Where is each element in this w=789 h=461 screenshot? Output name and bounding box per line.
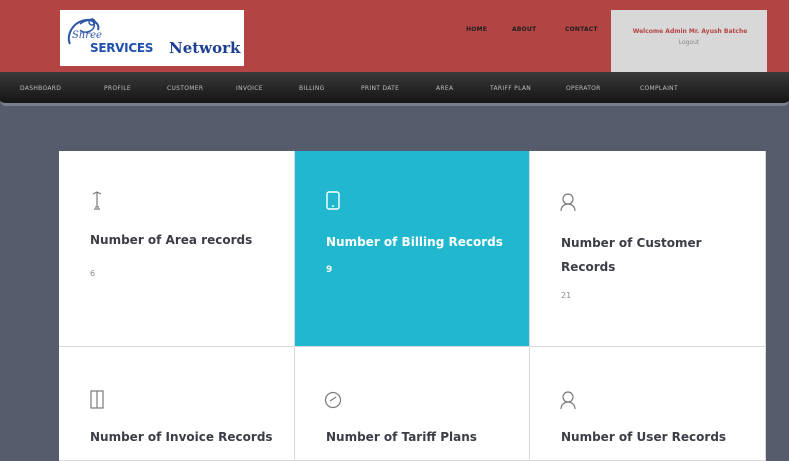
card-value: 21 — [561, 291, 572, 300]
nav-item-operator[interactable]: OPERATOR — [566, 85, 601, 92]
card-title: Number of Tariff Plans — [326, 430, 477, 444]
nav-item-customer[interactable]: CUSTOMER — [167, 85, 203, 92]
nav-item-tariff-plan[interactable]: TARIFF PLAN — [490, 85, 531, 92]
card-title: Number of Billing Records — [326, 235, 503, 249]
logo-text-network: Network — [169, 39, 241, 57]
nav-item-invoice[interactable]: INVOICE — [236, 85, 263, 92]
tariff-plans-card[interactable]: Number of Tariff Plans — [295, 347, 530, 461]
nav-item-print-date[interactable]: PRINT DATE — [361, 85, 399, 92]
logo-text-services: SERVICES — [90, 41, 154, 55]
user-panel: Welcome Admin Mr. Ayush Batche Logout — [611, 10, 767, 72]
card-value: 6 — [90, 269, 96, 278]
billing-icon — [326, 191, 340, 210]
nav-item-billing[interactable]: BILLING — [299, 85, 325, 92]
card-title: Number of Invoice Records — [90, 430, 273, 444]
top-links: HOME ABOUT CONTACT — [0, 26, 610, 38]
about-link[interactable]: ABOUT — [512, 26, 536, 33]
invoice-icon — [90, 390, 104, 409]
user-icon — [560, 391, 576, 410]
card-title: Number of Area records — [90, 233, 253, 247]
card-title: Number of User Records — [561, 430, 727, 444]
nav-item-complaint[interactable]: COMPLAINT — [640, 85, 678, 92]
logo[interactable]: Shree SERVICES Network — [60, 10, 244, 66]
header: Shree SERVICES Network HOME ABOUT CONTAC… — [0, 0, 789, 72]
tariff-icon — [324, 391, 342, 409]
customer-records-card[interactable]: Number of Customer Records 21 — [530, 151, 766, 347]
customer-icon — [560, 193, 576, 212]
nav-item-profile[interactable]: PROFILE — [104, 85, 131, 92]
contact-link[interactable]: CONTACT — [565, 26, 598, 33]
invoice-records-card[interactable]: Number of Invoice Records — [59, 347, 295, 461]
card-value: 9 — [326, 265, 333, 275]
area-records-card[interactable]: Number of Area records 6 — [59, 151, 295, 347]
logout-link[interactable]: Logout — [611, 39, 767, 46]
main-nav: DASHBOARD PROFILE CUSTOMER INVOICE BILLI… — [0, 72, 789, 106]
home-link[interactable]: HOME — [466, 26, 487, 33]
billing-records-card[interactable]: Number of Billing Records 9 — [295, 151, 530, 347]
area-icon — [92, 191, 102, 210]
nav-item-area[interactable]: AREA — [436, 85, 453, 92]
card-title: Number of Customer Records — [561, 236, 702, 274]
user-records-card[interactable]: Number of User Records — [530, 347, 766, 461]
welcome-text: Welcome Admin Mr. Ayush Batche — [632, 28, 748, 35]
nav-item-dashboard[interactable]: DASHBOARD — [20, 85, 61, 92]
